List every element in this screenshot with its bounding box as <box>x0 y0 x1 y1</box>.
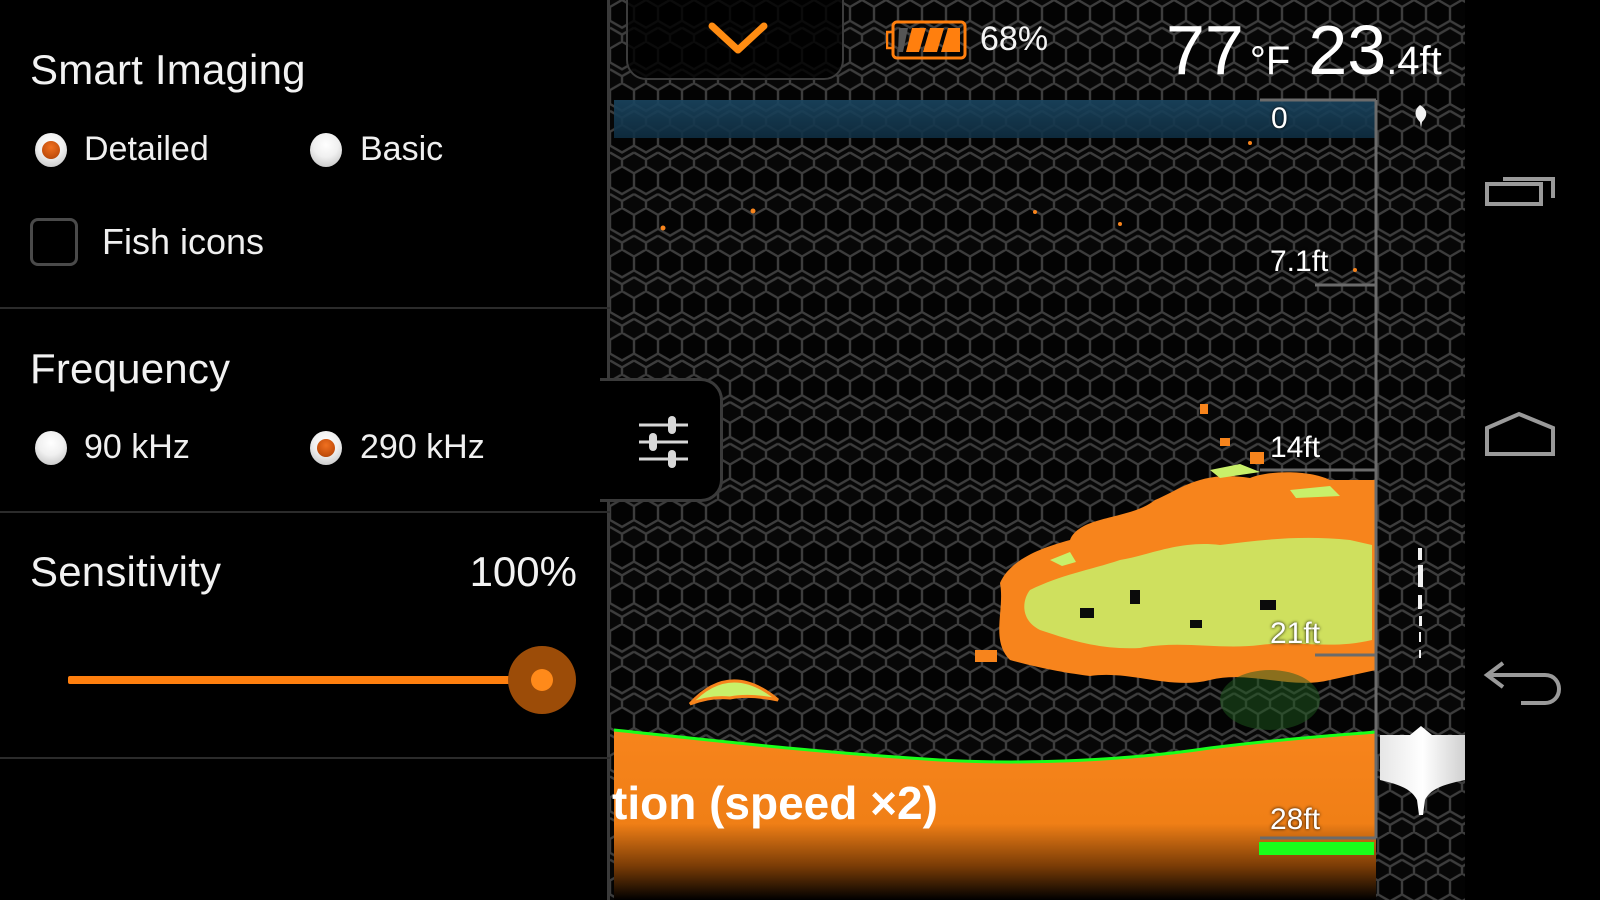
recent-apps-icon <box>1485 177 1555 206</box>
battery-indicator <box>885 20 968 65</box>
radio-90khz-indicator[interactable] <box>35 430 67 465</box>
bottom-lock-bar <box>1259 842 1374 855</box>
sensitivity-value: 100% <box>469 548 577 595</box>
back-button[interactable] <box>1483 655 1563 715</box>
collapse-header-button[interactable] <box>626 0 844 80</box>
settings-panel: Smart Imaging Detailed Basic Fish icons … <box>0 0 610 900</box>
radio-detailed[interactable]: Detailed <box>35 130 209 169</box>
settings-toggle-tab[interactable] <box>600 378 723 502</box>
section-divider <box>0 757 610 759</box>
battery-icon <box>885 20 967 60</box>
chevron-down-icon <box>708 22 768 54</box>
fish-icons-checkbox-box[interactable] <box>30 218 78 266</box>
radio-90khz[interactable]: 90 kHz <box>35 428 190 467</box>
section-divider <box>0 511 610 513</box>
fish-icons-checkbox[interactable]: Fish icons <box>30 218 264 266</box>
sonar-canvas <box>610 0 1465 900</box>
water-temp-value: 77 <box>1166 11 1244 89</box>
depth-label-3: 21ft <box>1270 617 1321 650</box>
depth-value-integer: 23 <box>1308 11 1387 89</box>
recent-apps-button[interactable] <box>1483 170 1563 230</box>
sonar-caption: tion (speed ×2) <box>612 777 938 829</box>
system-nav-bar <box>1465 0 1600 900</box>
depth-value-decimal: .4ft <box>1386 39 1442 83</box>
temp-depth-readout: 77 °F 23.4ft <box>1166 10 1442 90</box>
depth-label-1: 7.1ft <box>1270 245 1329 278</box>
home-button[interactable] <box>1483 410 1563 470</box>
section-divider <box>0 307 610 309</box>
radio-290khz-label: 290 kHz <box>360 428 485 466</box>
radio-290khz-indicator[interactable] <box>310 430 342 465</box>
sensitivity-slider-track[interactable] <box>68 676 542 684</box>
frequency-title: Frequency <box>30 345 231 392</box>
fish-icons-label: Fish icons <box>102 221 265 262</box>
surface-clutter-band <box>614 100 1376 138</box>
back-arrow-icon <box>1483 661 1562 705</box>
sliders-icon <box>639 416 688 468</box>
sensitivity-title: Sensitivity <box>30 548 222 595</box>
radio-detailed-indicator[interactable] <box>35 132 67 167</box>
depth-label-0: 0 <box>1271 102 1288 135</box>
radio-90khz-label: 90 kHz <box>84 428 190 466</box>
depth-label-2: 14ft <box>1270 431 1321 464</box>
depth-label-4: 28ft <box>1270 803 1321 836</box>
sonar-display[interactable] <box>610 0 1465 900</box>
water-temp-unit: °F <box>1249 39 1291 83</box>
battery-percent: 68% <box>980 20 1049 58</box>
radio-basic[interactable]: Basic <box>310 130 443 169</box>
sensitivity-slider[interactable] <box>68 640 578 720</box>
radio-detailed-label: Detailed <box>84 130 209 168</box>
radio-basic-indicator[interactable] <box>310 132 342 167</box>
radio-basic-label: Basic <box>360 130 444 168</box>
radio-290khz[interactable]: 290 kHz <box>310 428 485 467</box>
smart-imaging-title: Smart Imaging <box>30 46 306 93</box>
home-icon <box>1485 411 1555 456</box>
sensitivity-slider-thumb[interactable] <box>531 669 553 691</box>
